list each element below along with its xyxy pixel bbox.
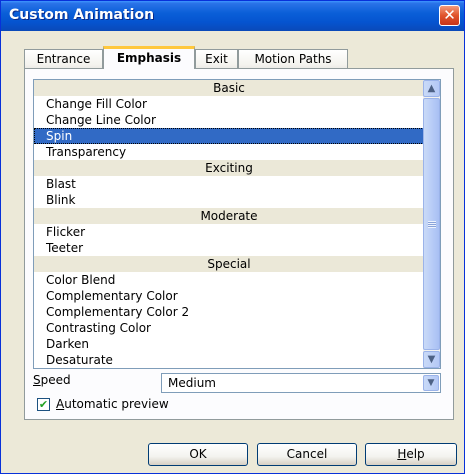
scroll-down-button[interactable]: ▼ [423,351,440,368]
effect-item[interactable]: Contrasting Color [34,320,424,336]
speed-value: Medium [168,376,216,390]
group-header: Special [34,256,424,272]
speed-label: Speed [33,373,71,387]
close-icon: ✕ [443,6,456,24]
group-header: Exciting [34,160,424,176]
chevron-down-icon: ▼ [427,354,436,365]
chevron-up-icon: ▲ [427,83,436,94]
chevron-down-icon: ▼ [427,378,435,388]
cancel-button[interactable]: Cancel [257,443,357,466]
effect-item[interactable]: Complementary Color 2 [34,304,424,320]
tab-motion-paths[interactable]: Motion Paths [238,49,348,68]
dropdown-button[interactable]: ▼ [423,375,439,391]
effect-item[interactable]: Blast [34,176,424,192]
effect-item[interactable]: Flicker [34,224,424,240]
grip-icon [428,221,436,228]
scroll-up-button[interactable]: ▲ [423,80,440,97]
effect-item[interactable]: Darken [34,336,424,352]
effect-item[interactable]: Flash Bulb [34,368,424,369]
group-header: Basic [34,80,424,96]
tab-exit[interactable]: Exit [195,49,238,68]
effects-list: Basic Change Fill Color Change Line Color S… [34,80,424,369]
vertical-scrollbar[interactable]: ▲ ▼ [423,80,440,368]
effect-item[interactable]: Change Fill Color [34,96,424,112]
effect-item[interactable]: Complementary Color [34,288,424,304]
ok-button[interactable]: OK [148,443,248,466]
help-button[interactable]: Help [365,443,457,466]
checkmark-icon: ✔ [38,398,49,411]
tab-emphasis[interactable]: Emphasis [103,46,195,69]
title-bar[interactable]: Custom Animation ✕ [1,1,464,31]
speed-dropdown[interactable]: Medium ▼ [161,373,441,393]
effect-item[interactable]: Change Line Color [34,112,424,128]
effect-item[interactable]: Spin [34,128,424,144]
effect-item[interactable]: Color Blend [34,272,424,288]
group-header: Moderate [34,208,424,224]
effects-listbox[interactable]: Basic Change Fill Color Change Line Color S… [33,79,441,369]
dialog-title: Custom Animation [9,7,155,23]
effect-item[interactable]: Teeter [34,240,424,256]
close-button[interactable]: ✕ [439,5,460,26]
effect-item[interactable]: Blink [34,192,424,208]
effect-item[interactable]: Desaturate [34,352,424,368]
effect-item[interactable]: Transparency [34,144,424,160]
automatic-preview-checkbox[interactable]: ✔ [37,398,50,411]
tab-entrance[interactable]: Entrance [24,49,103,68]
scrollbar-thumb[interactable] [423,98,440,350]
automatic-preview-label[interactable]: Automatic preview [56,397,169,411]
